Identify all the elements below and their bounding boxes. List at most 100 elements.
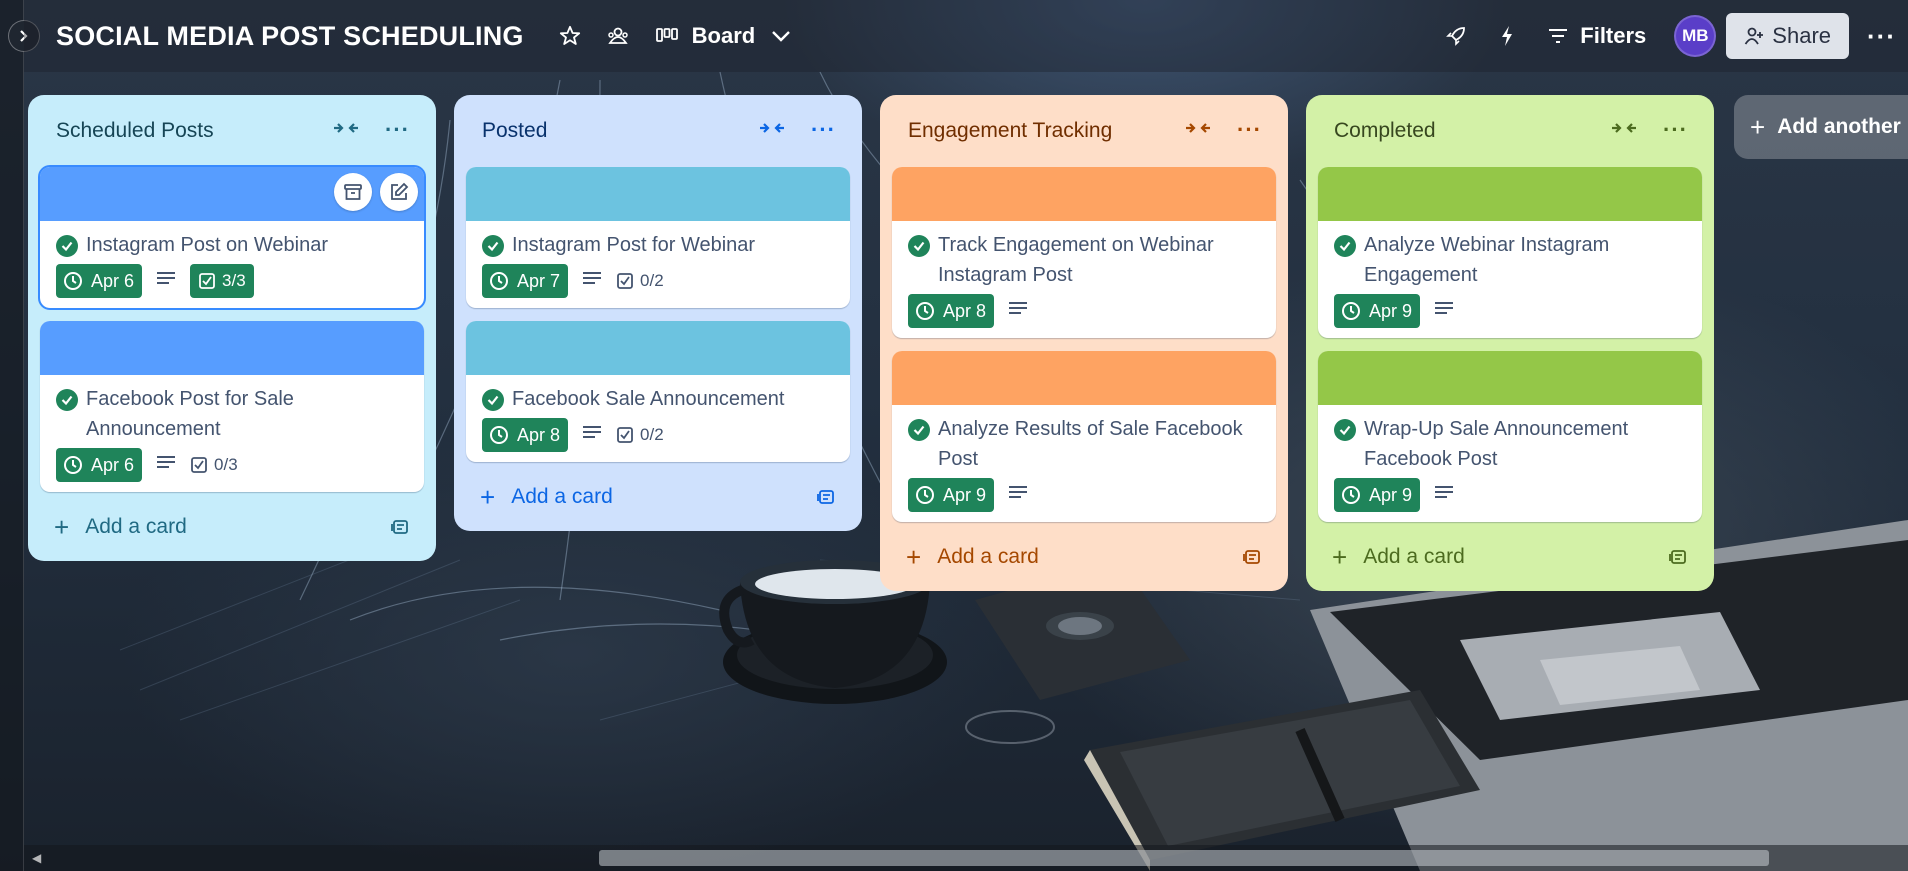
card[interactable]: Analyze Results of Sale Facebook Post Ap… bbox=[892, 351, 1276, 522]
collapse-list-button[interactable] bbox=[1611, 120, 1637, 141]
due-date-badge[interactable]: Apr 9 bbox=[1334, 294, 1421, 328]
board-menu-button[interactable]: ··· bbox=[1867, 21, 1896, 52]
list-title[interactable]: Posted bbox=[482, 119, 547, 143]
due-date-badge[interactable]: Apr 6 bbox=[56, 264, 143, 298]
clock-icon bbox=[490, 426, 508, 444]
card[interactable]: Facebook Post for Sale Announcement Apr … bbox=[40, 321, 424, 492]
due-date-badge[interactable]: Apr 9 bbox=[908, 478, 995, 512]
complete-check-icon[interactable] bbox=[56, 389, 78, 411]
checklist-count: 0/3 bbox=[214, 455, 238, 474]
plus-icon: + bbox=[1750, 111, 1766, 142]
create-from-template-button[interactable] bbox=[1242, 547, 1262, 572]
edit-icon bbox=[391, 182, 409, 200]
checklist-icon bbox=[199, 273, 215, 289]
description-icon bbox=[582, 271, 602, 292]
due-date-badge[interactable]: Apr 8 bbox=[482, 418, 569, 452]
due-date-text: Apr 7 bbox=[517, 270, 561, 291]
card[interactable]: Wrap-Up Sale Announcement Facebook Post … bbox=[1318, 351, 1702, 522]
complete-check-icon[interactable] bbox=[908, 235, 930, 257]
card[interactable]: Instagram Post on Webinar Apr 6 3/3 bbox=[38, 165, 426, 310]
collapse-list-button[interactable] bbox=[1185, 120, 1211, 141]
due-date-badge[interactable]: Apr 9 bbox=[1334, 478, 1421, 512]
create-from-template-button[interactable] bbox=[390, 517, 410, 542]
card[interactable]: Facebook Sale Announcement Apr 8 0/2 bbox=[466, 321, 850, 462]
card[interactable]: Analyze Webinar Instagram Engagement Apr… bbox=[1318, 167, 1702, 338]
workspace-visibility-icon bbox=[607, 27, 628, 44]
add-card-button[interactable]: + Add a card bbox=[892, 535, 1276, 579]
add-card-button[interactable]: + Add a card bbox=[1318, 535, 1702, 579]
due-date-badge[interactable]: Apr 6 bbox=[56, 448, 143, 482]
view-label: Board bbox=[691, 23, 756, 48]
card-title: Wrap-Up Sale Announcement Facebook Post bbox=[1364, 418, 1629, 470]
create-from-template-button[interactable] bbox=[1668, 547, 1688, 572]
board-header: SOCIAL MEDIA POST SCHEDULING Board Filte… bbox=[24, 0, 1908, 72]
clock-icon bbox=[64, 456, 82, 474]
add-person-icon bbox=[1745, 27, 1764, 45]
add-card-label: Add a card bbox=[511, 485, 613, 508]
visibility-button[interactable] bbox=[606, 24, 630, 48]
card-cover bbox=[1318, 167, 1702, 221]
list-title[interactable]: Scheduled Posts bbox=[56, 119, 214, 143]
checklist-badge: 0/2 bbox=[616, 425, 664, 445]
scroll-left-arrow-icon[interactable]: ◀ bbox=[32, 851, 41, 865]
add-list-label: Add another bbox=[1777, 115, 1901, 138]
complete-check-icon[interactable] bbox=[482, 389, 504, 411]
template-icon bbox=[1243, 550, 1260, 564]
horizontal-scrollbar[interactable]: ◀ bbox=[24, 845, 1908, 871]
due-date-text: Apr 6 bbox=[91, 454, 135, 475]
checklist-badge: 0/2 bbox=[616, 271, 664, 291]
archive-card-button[interactable] bbox=[334, 173, 372, 211]
star-board-button[interactable] bbox=[558, 24, 582, 48]
complete-check-icon[interactable] bbox=[1334, 235, 1356, 257]
description-icon bbox=[1008, 485, 1028, 506]
chevron-down-icon bbox=[772, 31, 791, 42]
card-title: Track Engagement on Webinar Instagram Po… bbox=[938, 234, 1214, 286]
description-icon bbox=[1008, 301, 1028, 322]
add-list-button[interactable]: + Add another bbox=[1734, 95, 1908, 159]
add-card-label: Add a card bbox=[937, 545, 1039, 568]
clock-icon bbox=[1342, 486, 1360, 504]
plus-icon: + bbox=[480, 482, 496, 512]
view-switcher[interactable]: Board bbox=[655, 23, 792, 49]
complete-check-icon[interactable] bbox=[1334, 419, 1356, 441]
due-date-badge[interactable]: Apr 8 bbox=[908, 294, 995, 328]
complete-check-icon[interactable] bbox=[482, 235, 504, 257]
complete-check-icon[interactable] bbox=[56, 235, 78, 257]
checklist-icon bbox=[617, 273, 633, 289]
filter-icon bbox=[1549, 29, 1568, 43]
lightning-icon bbox=[1502, 26, 1513, 46]
due-date-badge[interactable]: Apr 7 bbox=[482, 264, 569, 298]
list-actions-button[interactable]: ··· bbox=[1663, 117, 1688, 143]
list-actions-button[interactable]: ··· bbox=[385, 117, 410, 143]
add-card-button[interactable]: + Add a card bbox=[466, 475, 850, 519]
scrollbar-thumb[interactable] bbox=[599, 850, 1769, 866]
list-header: Scheduled Posts ··· bbox=[40, 95, 424, 167]
list-actions-button[interactable]: ··· bbox=[811, 117, 836, 143]
collapse-list-button[interactable] bbox=[333, 120, 359, 141]
member-avatar[interactable]: MB bbox=[1674, 15, 1717, 57]
power-ups-button[interactable] bbox=[1444, 24, 1468, 48]
card-cover bbox=[892, 167, 1276, 221]
list-title[interactable]: Completed bbox=[1334, 119, 1436, 143]
collapse-list-button[interactable] bbox=[759, 120, 785, 141]
checklist-icon bbox=[191, 457, 207, 473]
automation-button[interactable] bbox=[1498, 24, 1516, 48]
description-icon bbox=[1434, 485, 1454, 506]
list-actions-button[interactable]: ··· bbox=[1237, 117, 1262, 143]
clock-icon bbox=[64, 272, 82, 290]
list-title[interactable]: Engagement Tracking bbox=[908, 119, 1112, 143]
board-title[interactable]: SOCIAL MEDIA POST SCHEDULING bbox=[56, 21, 524, 52]
card-cover bbox=[466, 167, 850, 221]
card[interactable]: Instagram Post for Webinar Apr 7 0/2 bbox=[466, 167, 850, 308]
edit-card-button[interactable] bbox=[380, 173, 418, 211]
create-from-template-button[interactable] bbox=[816, 487, 836, 512]
template-icon bbox=[391, 520, 408, 534]
share-button[interactable]: Share bbox=[1726, 13, 1850, 59]
left-rail bbox=[0, 0, 24, 871]
add-card-button[interactable]: + Add a card bbox=[40, 505, 424, 549]
card[interactable]: Track Engagement on Webinar Instagram Po… bbox=[892, 167, 1276, 338]
filters-button[interactable]: Filters bbox=[1548, 23, 1646, 49]
complete-check-icon[interactable] bbox=[908, 419, 930, 441]
due-date-text: Apr 9 bbox=[1369, 484, 1413, 505]
clock-icon bbox=[490, 272, 508, 290]
